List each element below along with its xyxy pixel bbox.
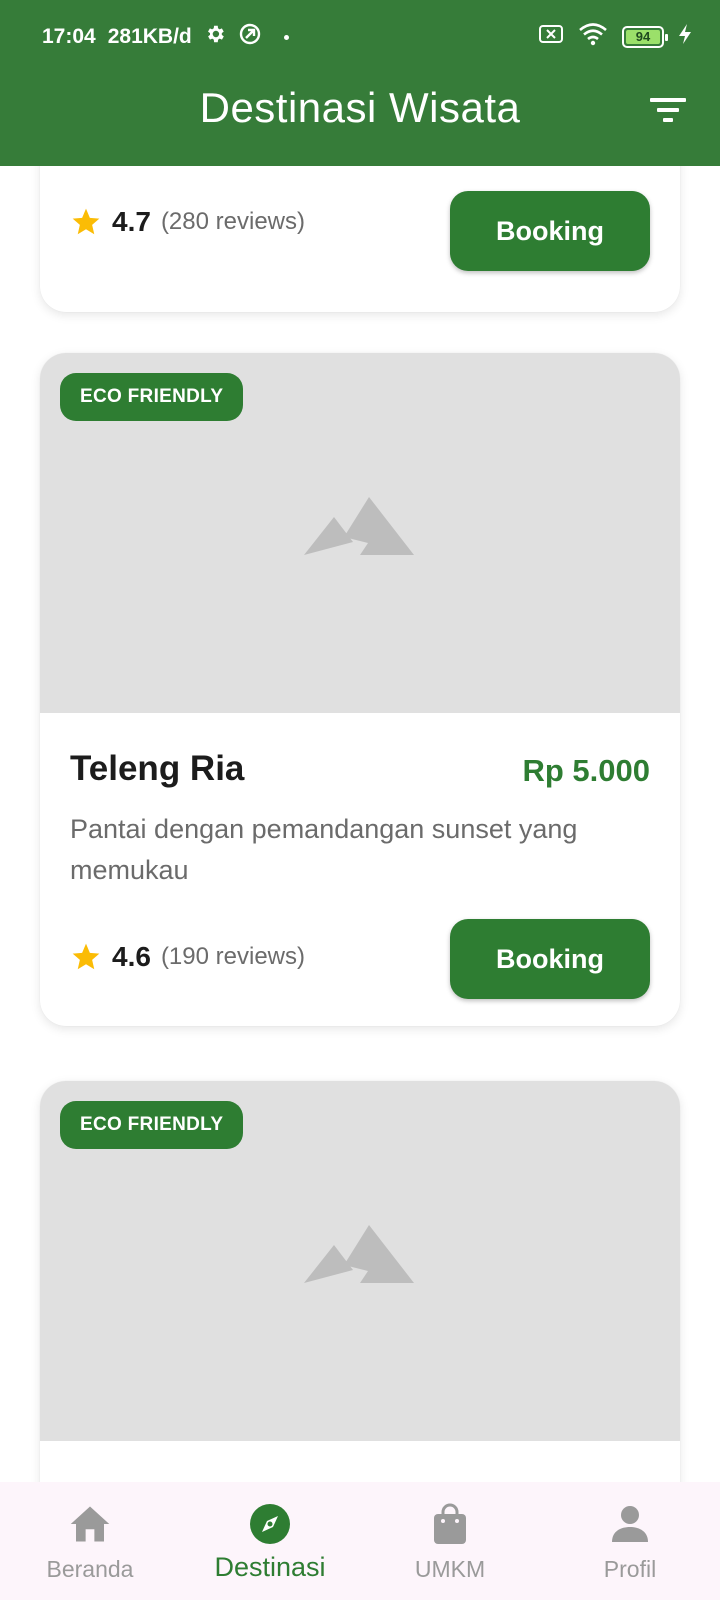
rating: 4.6 (190 reviews)	[70, 941, 305, 973]
person-icon	[608, 1502, 652, 1546]
wifi-icon	[578, 22, 608, 51]
home-icon	[68, 1502, 112, 1546]
filter-button[interactable]	[646, 92, 690, 128]
booking-button[interactable]: Booking	[450, 191, 650, 271]
charging-icon	[678, 23, 692, 50]
nav-label: Profil	[603, 1556, 657, 1582]
eco-friendly-badge: ECO FRIENDLY	[60, 1101, 244, 1149]
nav-item-umkm[interactable]: UMKM	[360, 1482, 540, 1600]
image-placeholder-icon	[304, 497, 414, 555]
rating: 4.7 (280 reviews)	[70, 206, 305, 238]
booking-button[interactable]: Booking	[450, 919, 650, 999]
notification-dot-icon	[283, 34, 289, 40]
destination-card: ECO FRIENDLY Teleng Ria Rp 5.000 Pantai …	[40, 353, 680, 1026]
sim-off-icon	[538, 23, 564, 50]
destination-card: ECO FRIENDLY	[40, 1081, 680, 1482]
destination-card: 4.7 (280 reviews) Booking	[40, 166, 680, 312]
status-right: 94	[538, 22, 692, 51]
bottom-navigation: Beranda Destinasi UMKM Profil	[0, 1482, 720, 1600]
nav-label: Beranda	[46, 1556, 134, 1582]
nav-item-beranda[interactable]: Beranda	[0, 1482, 180, 1600]
status-left: 17:04 281KB/d	[42, 22, 289, 52]
nav-label: Destinasi	[214, 1552, 326, 1582]
status-time: 17:04	[42, 25, 96, 48]
eco-friendly-badge: ECO FRIENDLY	[60, 373, 244, 421]
nav-item-profil[interactable]: Profil	[540, 1482, 720, 1600]
review-count: (280 reviews)	[160, 208, 305, 235]
destination-name: Teleng Ria	[70, 749, 245, 788]
page-title: Destinasi Wisata	[199, 84, 521, 131]
shopping-bag-icon	[428, 1502, 472, 1546]
app-bar: 17:04 281KB/d 94 Destinasi Wisata	[0, 0, 720, 166]
rating-score: 4.7	[112, 206, 151, 237]
star-icon	[72, 943, 100, 970]
nav-item-destinasi[interactable]: Destinasi	[180, 1482, 360, 1600]
status-bar: 17:04 281KB/d 94	[0, 0, 720, 68]
compass-icon	[248, 1502, 292, 1546]
data-saver-icon	[238, 22, 262, 52]
nav-label: UMKM	[414, 1556, 486, 1582]
star-icon	[72, 208, 100, 235]
destination-description: Pantai dengan pemandangan sunset yang me…	[70, 814, 578, 885]
review-count: (190 reviews)	[160, 943, 305, 970]
status-speed: 281KB/d	[107, 25, 192, 48]
filter-icon	[650, 98, 686, 122]
destination-price: Rp 5.000	[522, 753, 650, 788]
destination-image[interactable]: ECO FRIENDLY	[40, 353, 680, 713]
destination-image[interactable]: ECO FRIENDLY	[40, 1081, 680, 1441]
battery-icon: 94	[622, 25, 668, 48]
destination-list[interactable]: 4.7 (280 reviews) Booking ECO FRIENDLY T…	[0, 166, 720, 1482]
rating-score: 4.6	[112, 941, 151, 972]
battery-level: 94	[635, 29, 651, 44]
image-placeholder-icon	[304, 1225, 414, 1283]
settings-icon	[204, 23, 226, 51]
